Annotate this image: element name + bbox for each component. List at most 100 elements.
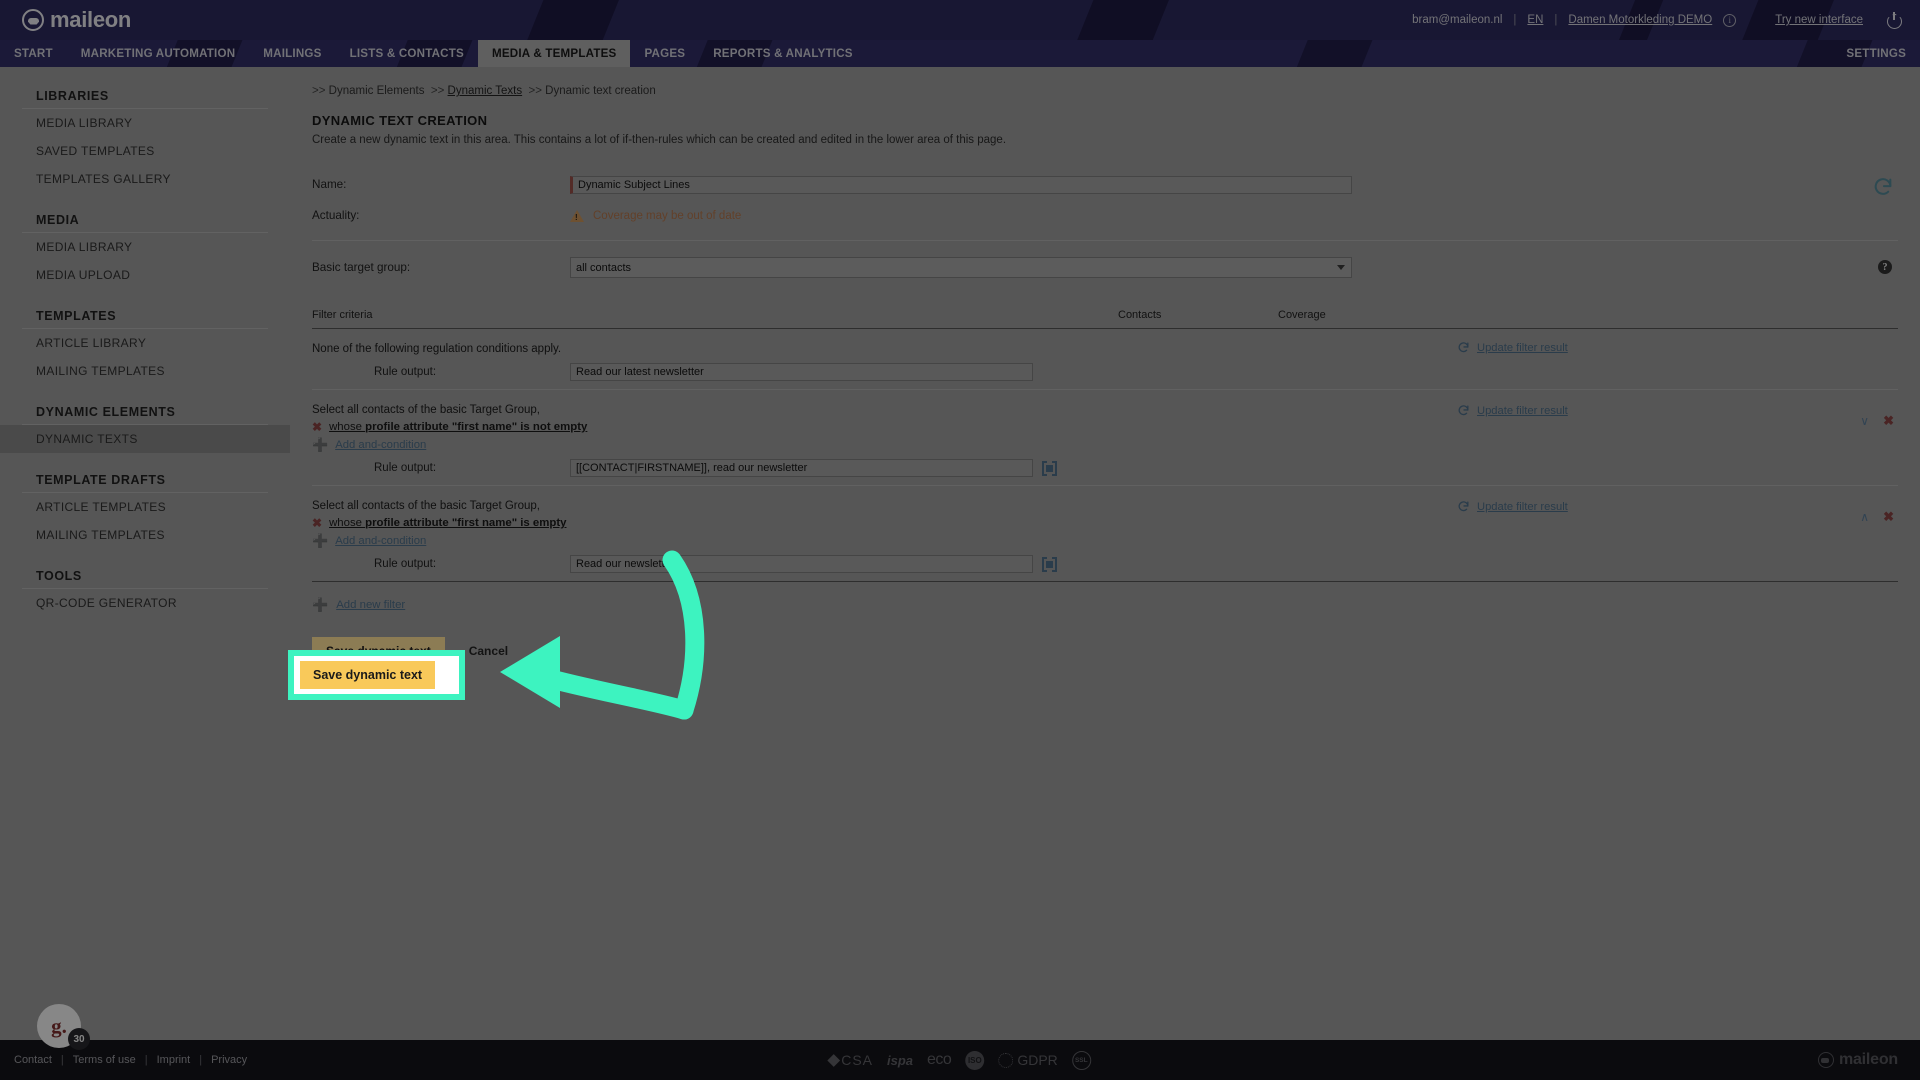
separator: | — [199, 1054, 203, 1066]
footer-badges: CSA ispa eco ISO GDPR SSL — [827, 1050, 1091, 1070]
refresh-icon[interactable] — [1872, 176, 1894, 198]
sidebar-group-tools: TOOLS — [36, 569, 82, 583]
power-icon[interactable] — [1886, 12, 1902, 28]
sidebar-item-templates-gallery[interactable]: TEMPLATES GALLERY — [0, 165, 290, 193]
top-bar-right: bram@maileon.nl | EN | Damen Motorkledin… — [1412, 12, 1902, 28]
sidebar-item-dynamic-texts[interactable]: DYNAMIC TEXTS — [0, 425, 290, 453]
add-and-condition[interactable]: ➕ Add and-condition — [312, 438, 1898, 451]
personalization-brackets-icon[interactable] — [1042, 556, 1057, 572]
nav-item-marketing-automation[interactable]: MARKETING AUTOMATION — [67, 40, 250, 67]
nav-item-reports-analytics[interactable]: REPORTS & ANALYTICS — [699, 40, 867, 67]
sidebar-item-saved-templates[interactable]: SAVED TEMPLATES — [0, 137, 290, 165]
add-and-condition-link[interactable]: Add and-condition — [335, 535, 426, 547]
update-filter-result[interactable]: Update filter result — [1457, 404, 1568, 417]
badge-eco: eco — [927, 1051, 952, 1068]
update-filter-result-link[interactable]: Update filter result — [1477, 501, 1568, 513]
footer-maileon-logo: maileon — [1817, 1051, 1898, 1069]
maileon-logo[interactable]: maileon — [22, 7, 131, 33]
update-filter-result-link[interactable]: Update filter result — [1477, 405, 1568, 417]
actuality-row: Actuality: Coverage may be out of date — [312, 203, 1898, 228]
separator: | — [60, 1054, 64, 1066]
delete-rule-icon[interactable]: ✖ — [1883, 510, 1894, 523]
breadcrumb-arrow: >> — [430, 85, 445, 97]
maileon-logo-icon — [22, 9, 44, 31]
delete-condition-icon[interactable]: ✖ — [312, 517, 322, 529]
nav-item-pages[interactable]: PAGES — [630, 40, 699, 67]
sidebar-item-media-library[interactable]: MEDIA LIBRARY — [0, 109, 290, 137]
footer-link-privacy[interactable]: Privacy — [211, 1054, 247, 1066]
actuality-label: Actuality: — [312, 209, 360, 222]
footer-links: Contact | Terms of use | Imprint | Priva… — [14, 1054, 247, 1066]
try-new-interface-link[interactable]: Try new interface — [1775, 14, 1863, 26]
rule-output-label: Rule output: — [374, 366, 437, 378]
add-new-filter-link[interactable]: Add new filter — [336, 599, 405, 611]
add-and-condition[interactable]: ➕ Add and-condition — [312, 534, 1898, 547]
rule-output-input[interactable] — [570, 555, 1033, 573]
rule-output-input[interactable] — [570, 459, 1033, 477]
nav-item-media-templates[interactable]: MEDIA & TEMPLATES — [477, 40, 631, 67]
sidebar-group-media: MEDIA — [36, 213, 80, 227]
rule-row-controls: ∨ ✖ — [1860, 414, 1894, 427]
sidebar-group-dynamic-elements: DYNAMIC ELEMENTS — [36, 405, 176, 419]
separator: | — [1554, 14, 1558, 26]
condition-bold: profile attribute "first name" is not em… — [365, 421, 588, 433]
sidebar-item-article-templates[interactable]: ARTICLE TEMPLATES — [0, 493, 290, 521]
add-and-condition-link[interactable]: Add and-condition — [335, 439, 426, 451]
basic-target-group-row: Basic target group: all contacts ? — [312, 255, 1898, 279]
delete-rule-icon[interactable]: ✖ — [1883, 414, 1894, 427]
plus-icon: ➕ — [312, 597, 329, 612]
form-actions: Save dynamic text Cancel — [312, 637, 1898, 665]
sidebar-item-mailing-templates-draft[interactable]: MAILING TEMPLATES — [0, 521, 290, 549]
update-filter-result-link[interactable]: Update filter result — [1477, 342, 1568, 354]
actuality-warning: Coverage may be out of date — [570, 209, 741, 222]
eu-stars-icon — [998, 1052, 1014, 1068]
language-link[interactable]: EN — [1527, 14, 1543, 26]
footer-link-terms-of-use[interactable]: Terms of use — [73, 1054, 136, 1066]
update-filter-result[interactable]: Update filter result — [1457, 341, 1568, 354]
refresh-icon — [1457, 404, 1470, 417]
rule-output-input[interactable] — [570, 363, 1033, 381]
sidebar: LIBRARIES MEDIA LIBRARY SAVED TEMPLATES … — [0, 67, 290, 1040]
divider — [312, 240, 1898, 241]
update-filter-result[interactable]: Update filter result — [1457, 500, 1568, 513]
sidebar-item-qr-code-generator[interactable]: QR-CODE GENERATOR — [0, 589, 290, 617]
info-circle-icon[interactable]: i — [1723, 13, 1737, 27]
filter-table: Filter criteria Contacts Coverage None o… — [312, 309, 1898, 611]
rule-condition: ✖ whose profile attribute "first name" i… — [312, 517, 1898, 529]
basic-target-group-select[interactable]: all contacts — [570, 256, 1352, 278]
nav-item-start[interactable]: START — [0, 40, 67, 67]
sidebar-item-mailing-templates[interactable]: MAILING TEMPLATES — [0, 357, 290, 385]
sidebar-group-libraries: LIBRARIES — [36, 89, 109, 103]
account-link[interactable]: Damen Motorkleding DEMO — [1568, 14, 1712, 26]
sidebar-item-article-library[interactable]: ARTICLE LIBRARY — [0, 329, 290, 357]
breadcrumb-item-dynamic-texts[interactable]: Dynamic Texts — [448, 85, 523, 97]
add-new-filter[interactable]: ➕ Add new filter — [312, 598, 1898, 611]
rule-condition: ✖ whose profile attribute "first name" i… — [312, 421, 1898, 433]
chevron-up-icon[interactable]: ∧ — [1860, 511, 1869, 523]
help-circle-icon[interactable]: ? — [1878, 260, 1892, 274]
nav-item-lists-contacts[interactable]: LISTS & CONTACTS — [336, 40, 478, 67]
rule-headline: None of the following regulation conditi… — [312, 343, 562, 355]
condition-text[interactable]: whose profile attribute "first name" is … — [329, 517, 566, 529]
page-title: DYNAMIC TEXT CREATION — [312, 113, 488, 128]
footer-link-contact[interactable]: Contact — [14, 1054, 52, 1066]
condition-text[interactable]: whose profile attribute "first name" is … — [329, 421, 587, 433]
nav-item-mailings[interactable]: MAILINGS — [249, 40, 335, 67]
nav-item-settings[interactable]: SETTINGS — [1832, 40, 1920, 67]
delete-condition-icon[interactable]: ✖ — [312, 421, 322, 433]
rule-output-row: Rule output: — [312, 555, 1898, 573]
warning-triangle-icon — [570, 209, 584, 222]
cancel-button[interactable]: Cancel — [463, 643, 514, 659]
personalization-brackets-icon[interactable] — [1042, 460, 1057, 476]
save-dynamic-text-button[interactable]: Save dynamic text — [312, 637, 445, 665]
badge-iso: ISO — [965, 1050, 985, 1070]
chevron-down-icon[interactable]: ∨ — [1860, 415, 1869, 427]
column-header-filter-criteria: Filter criteria — [312, 309, 373, 321]
name-input[interactable] — [570, 175, 1352, 194]
sidebar-group-template-drafts: TEMPLATE DRAFTS — [36, 473, 166, 487]
footer-link-imprint[interactable]: Imprint — [157, 1054, 191, 1066]
sidebar-item-media-library-2[interactable]: MEDIA LIBRARY — [0, 233, 290, 261]
sidebar-item-media-upload[interactable]: MEDIA UPLOAD — [0, 261, 290, 289]
